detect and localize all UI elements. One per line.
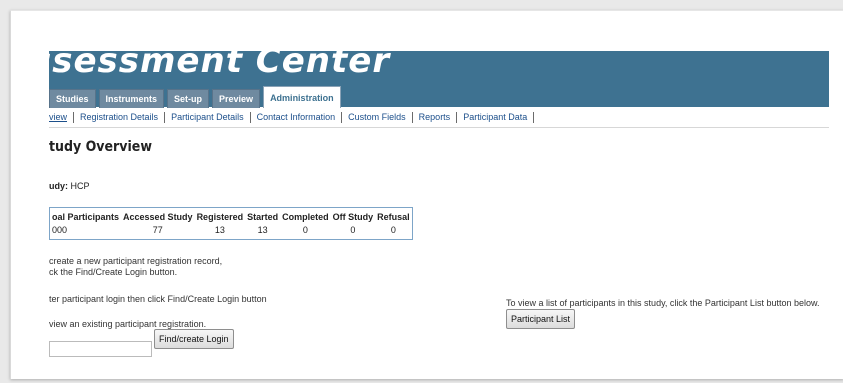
cell-registered: 13	[214, 225, 225, 235]
app-title: ssessment Center	[49, 51, 391, 81]
participant-list-instruction: To view a list of participants in this s…	[506, 298, 820, 308]
enter-login-instruction: ter participant login then click Find/Cr…	[49, 294, 267, 304]
col-completed: Completed	[282, 212, 329, 222]
page-title: tudy Overview	[49, 139, 152, 155]
tab-preview[interactable]: Preview	[212, 89, 261, 108]
tab-studies[interactable]: Studies	[49, 89, 96, 108]
col-registered: Registered	[196, 212, 244, 222]
participant-list-button[interactable]: Participant List	[506, 309, 576, 329]
top-nav: Studies Instruments Set-up Preview Admin…	[49, 86, 344, 108]
sub-nav: view Registration Details Participant De…	[49, 107, 829, 128]
subtab-contact-information[interactable]: Contact Information	[251, 111, 343, 123]
subtab-reports[interactable]: Reports	[413, 111, 458, 123]
subtab-participant-details[interactable]: Participant Details	[165, 111, 251, 123]
col-goal-participants: oal Participants	[52, 212, 120, 222]
tab-setup[interactable]: Set-up	[167, 89, 210, 108]
subtab-overview[interactable]: view	[49, 111, 75, 123]
col-accessed-study: Accessed Study	[123, 212, 193, 222]
col-refusal: Refusal	[377, 212, 410, 222]
study-line: udy: HCP	[49, 181, 90, 191]
study-overview-table: oal Participants Accessed Study Register…	[49, 207, 413, 240]
cell-started: 13	[257, 225, 268, 235]
table-row: 000 77 13 13 0 0 0	[50, 224, 413, 240]
cell-goal-participants: 000	[52, 225, 68, 235]
col-started: Started	[247, 212, 279, 222]
subtab-participant-data[interactable]: Participant Data	[457, 111, 535, 123]
participant-login-input[interactable]	[49, 341, 152, 357]
study-value: HCP	[70, 181, 90, 191]
tab-instruments[interactable]: Instruments	[98, 89, 165, 108]
cell-completed: 0	[302, 225, 308, 235]
app-window: ssessment Center Studies Instruments Set…	[10, 10, 843, 379]
find-create-login-button[interactable]: Find/create Login	[154, 329, 234, 349]
subtab-registration-details[interactable]: Registration Details	[74, 111, 166, 123]
table-header-row: oal Participants Accessed Study Register…	[50, 208, 413, 225]
subtab-custom-fields[interactable]: Custom Fields	[342, 111, 413, 123]
study-label: udy:	[49, 181, 68, 191]
create-instruction-2: ck the Find/Create Login button.	[49, 267, 178, 277]
col-off-study: Off Study	[332, 212, 374, 222]
tab-administration[interactable]: Administration	[263, 86, 341, 108]
cell-refusal: 0	[390, 225, 396, 235]
create-instruction-1: create a new participant registration re…	[49, 256, 223, 266]
cell-accessed-study: 77	[152, 225, 163, 235]
cell-off-study: 0	[350, 225, 356, 235]
